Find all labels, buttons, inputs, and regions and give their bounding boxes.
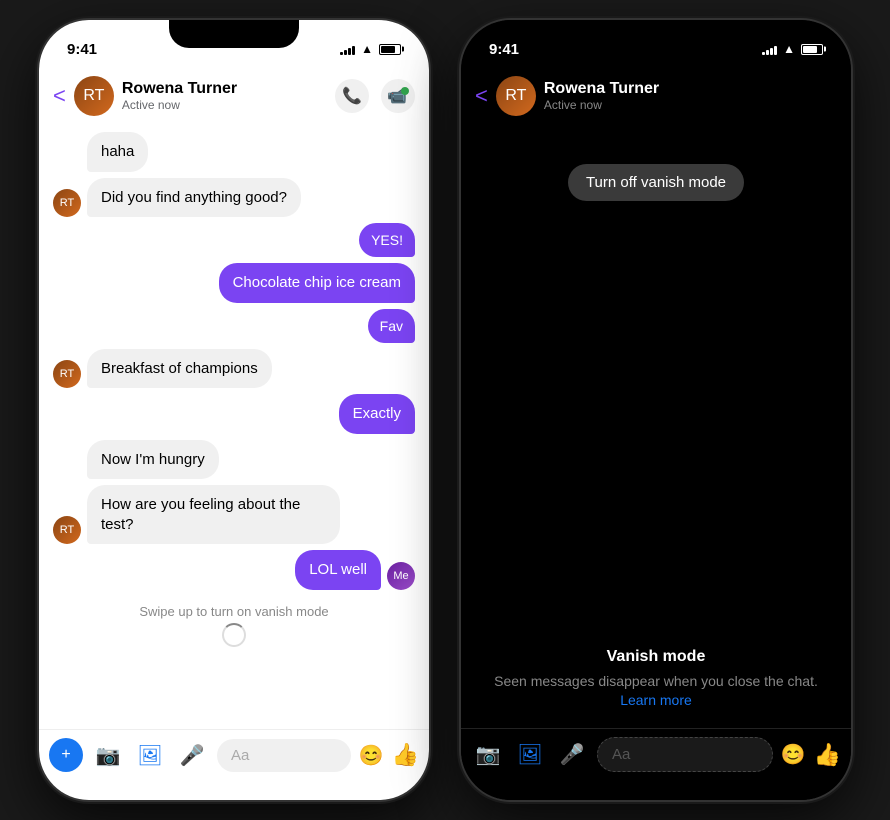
avatar: RT — [53, 360, 81, 388]
phone-icon: 📞 — [342, 86, 362, 106]
like-button-dark[interactable]: 👍 — [814, 742, 841, 768]
bottom-toolbar-light: + 📷 🖼 🎤 Aa 😊 👍 — [39, 729, 429, 800]
bottom-toolbar-dark: 📷 🖼 🎤 Aa 😊 👍 — [461, 728, 851, 800]
message-bubble: How are you feeling about the test? — [87, 485, 340, 544]
message-bubble: Did you find anything good? — [87, 178, 301, 218]
message-bubble: Exactly — [339, 394, 415, 434]
phone-left: 9:41 ▲ < RT — [39, 20, 429, 800]
vanish-mode-subtitle: Seen messages disappear when you close t… — [481, 672, 831, 692]
table-row: RT Now I'm hungry — [53, 440, 415, 480]
emoji-button[interactable]: 😊 — [359, 743, 384, 768]
status-bar-dark: 9:41 ▲ — [461, 20, 851, 68]
image-button[interactable]: 🖼 — [133, 738, 167, 772]
contact-info-dark: Rowena Turner Active now — [544, 80, 837, 112]
vanish-info: Vanish mode Seen messages disappear when… — [461, 628, 851, 728]
video-icon: 📹 — [387, 86, 407, 106]
vanish-mode-title: Vanish mode — [481, 648, 831, 666]
video-button[interactable]: 📹 — [381, 79, 415, 113]
table-row: LOL well Me — [53, 550, 415, 590]
contact-avatar-dark: RT — [496, 76, 536, 116]
message-bubble: Fav — [368, 309, 415, 343]
table-row: Exactly — [53, 394, 415, 434]
like-button[interactable]: 👍 — [392, 742, 419, 768]
camera-button-dark[interactable]: 📷 — [471, 738, 505, 772]
image-icon: 🖼 — [517, 742, 542, 767]
signal-icon — [340, 43, 355, 55]
camera-icon: 📷 — [476, 742, 501, 767]
status-time-light: 9:41 — [67, 41, 97, 58]
input-placeholder: Aa — [231, 747, 249, 764]
battery-icon — [801, 44, 823, 55]
table-row: Fav — [53, 309, 415, 343]
mic-button-dark[interactable]: 🎤 — [555, 738, 589, 772]
message-bubble: Breakfast of champions — [87, 349, 272, 389]
back-button[interactable]: < — [53, 83, 66, 109]
avatar: RT — [53, 516, 81, 544]
status-icons-light: ▲ — [340, 42, 401, 56]
messages-area-light: RT haha RT Did you find anything good? Y… — [39, 124, 429, 729]
message-input[interactable]: Aa — [217, 739, 351, 772]
table-row: RT Breakfast of champions — [53, 349, 415, 389]
table-row: RT How are you feeling about the test? — [53, 485, 415, 544]
message-input-dark[interactable]: Aa — [597, 737, 773, 772]
message-bubble: LOL well — [295, 550, 381, 590]
input-placeholder-dark: Aa — [612, 746, 630, 763]
table-row: RT haha — [53, 132, 415, 172]
mic-icon: 🎤 — [180, 743, 205, 768]
mic-button[interactable]: 🎤 — [175, 738, 209, 772]
table-row: RT Did you find anything good? — [53, 178, 415, 218]
contact-avatar: RT — [74, 76, 114, 116]
plus-button[interactable]: + — [49, 738, 83, 772]
image-button-dark[interactable]: 🖼 — [513, 738, 547, 772]
header-actions: 📞 📹 — [335, 79, 415, 113]
contact-name: Rowena Turner — [122, 80, 327, 98]
contact-info: Rowena Turner Active now — [122, 80, 327, 112]
back-button-dark[interactable]: < — [475, 83, 488, 109]
plus-icon: + — [61, 746, 70, 764]
wifi-icon: ▲ — [783, 42, 795, 56]
turn-off-vanish-button[interactable]: Turn off vanish mode — [568, 164, 744, 201]
message-bubble: YES! — [359, 223, 415, 257]
contact-name-dark: Rowena Turner — [544, 80, 837, 98]
table-row: Chocolate chip ice cream — [53, 263, 415, 303]
chat-header-light: < RT Rowena Turner Active now 📞 📹 — [39, 68, 429, 124]
camera-button[interactable]: 📷 — [91, 738, 125, 772]
phone-right: 9:41 ▲ < RT — [461, 20, 851, 800]
avatar: RT — [53, 189, 81, 217]
image-icon: 🖼 — [137, 743, 162, 768]
message-bubble: Now I'm hungry — [87, 440, 219, 480]
status-icons-dark: ▲ — [762, 42, 823, 56]
battery-icon — [379, 44, 401, 55]
wifi-icon: ▲ — [361, 42, 373, 56]
contact-status: Active now — [122, 98, 327, 112]
emoji-button-dark[interactable]: 😊 — [781, 742, 806, 767]
table-row: YES! — [53, 223, 415, 257]
mic-icon: 🎤 — [560, 742, 585, 767]
vanish-hint: Swipe up to turn on vanish mode — [53, 604, 415, 651]
status-bar-light: 9:41 ▲ — [39, 20, 429, 68]
vanish-spinner — [222, 623, 246, 647]
camera-icon: 📷 — [96, 743, 121, 768]
status-time-dark: 9:41 — [489, 41, 519, 58]
message-bubble: Chocolate chip ice cream — [219, 263, 415, 303]
call-button[interactable]: 📞 — [335, 79, 369, 113]
learn-more-link[interactable]: Learn more — [481, 692, 831, 708]
messages-area-dark: Turn off vanish mode — [461, 124, 851, 628]
signal-icon — [762, 43, 777, 55]
chat-header-dark: < RT Rowena Turner Active now — [461, 68, 851, 124]
message-bubble: haha — [87, 132, 148, 172]
contact-status-dark: Active now — [544, 98, 837, 112]
user-avatar: Me — [387, 562, 415, 590]
